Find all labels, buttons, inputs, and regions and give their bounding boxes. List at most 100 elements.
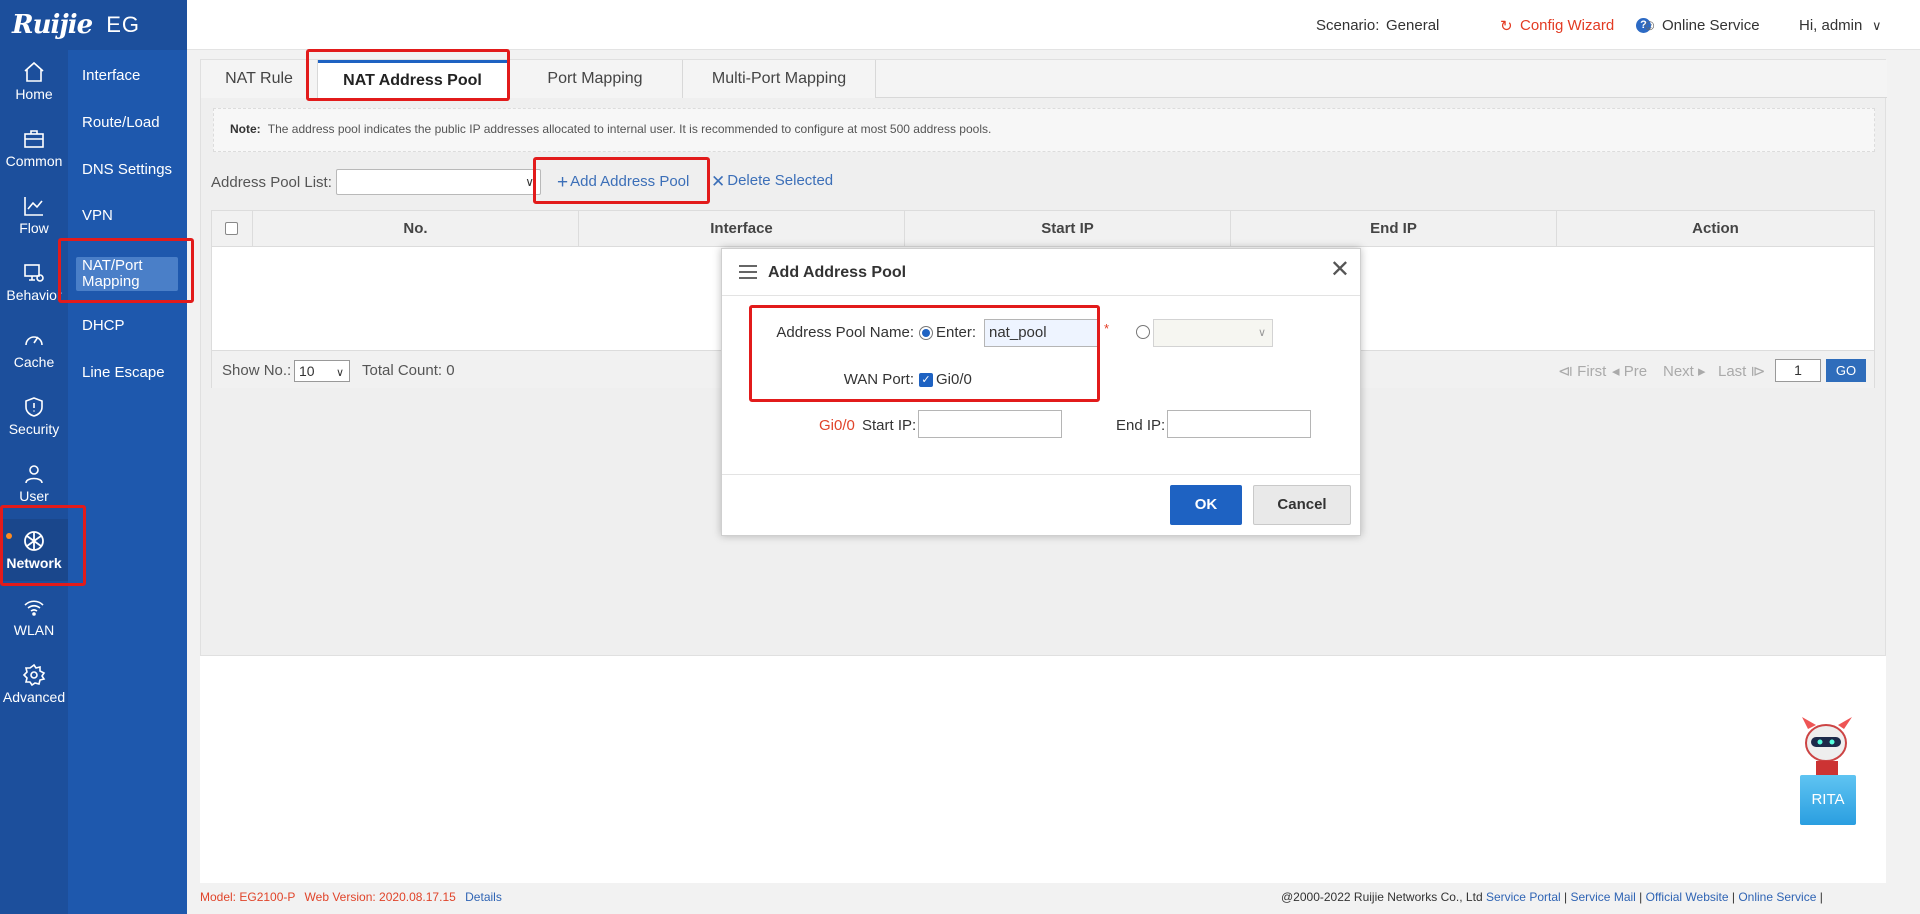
nav-home[interactable]: Home [0, 50, 68, 112]
sub-nav-route-load[interactable]: Route/Load [76, 115, 184, 131]
online-service-icon: ☺ [1642, 17, 1658, 34]
nav-label: Flow [19, 220, 49, 236]
dialog-divider [722, 474, 1360, 475]
column-end-ip: End IP [1230, 211, 1556, 247]
tab-nat-address-pool[interactable]: NAT Address Pool [318, 60, 508, 100]
page-size-select[interactable]: 10 ∨ [294, 360, 350, 382]
tab-multi-port-mapping[interactable]: Multi-Port Mapping [683, 60, 876, 98]
chevron-down-icon[interactable]: ∨ [1872, 18, 1882, 34]
required-mark: * [1104, 321, 1110, 336]
column-no: No. [252, 211, 578, 247]
model-label: Model: [200, 890, 237, 904]
column-action: Action [1556, 211, 1874, 247]
web-version-label: Web Version: [304, 890, 376, 904]
cancel-button[interactable]: Cancel [1253, 485, 1351, 525]
pool-list-select[interactable]: ∨ [336, 169, 541, 195]
details-link[interactable]: Details [465, 890, 502, 904]
go-button[interactable]: GO [1826, 359, 1866, 382]
online-service-link[interactable]: Online Service [1662, 17, 1760, 34]
next-page-link[interactable]: Next ▸ [1663, 362, 1706, 380]
left-nav: Home Common Flow Behavior Cache Security… [0, 50, 68, 914]
sub-nav-interface[interactable]: Interface [76, 68, 184, 84]
dialog-title: Add Address Pool [768, 264, 907, 281]
logo-bar: Ruijie EG [0, 0, 187, 50]
sub-nav-dhcp[interactable]: DHCP [76, 318, 184, 334]
add-address-pool-label: Add Address Pool [570, 173, 690, 190]
sub-nav-vpn[interactable]: VPN [76, 208, 184, 224]
prev-page-icon: ◂ [1612, 363, 1624, 380]
column-interface: Interface [578, 211, 904, 247]
nav-behavior[interactable]: Behavior [0, 251, 68, 313]
pool-name-label: Address Pool Name: [776, 324, 914, 341]
existing-pool-radio[interactable] [1136, 325, 1150, 339]
sub-nav-dns-settings[interactable]: DNS Settings [76, 162, 184, 178]
copyright-block: @2000-2022 Ruijie Networks Co., Ltd Serv… [1281, 890, 1823, 904]
service-mail-link[interactable]: Service Mail [1570, 890, 1635, 904]
service-portal-link[interactable]: Service Portal [1486, 890, 1561, 904]
monitor-gear-icon [24, 264, 44, 282]
nav-advanced[interactable]: Advanced [0, 653, 68, 715]
start-ip-input[interactable] [918, 410, 1062, 438]
select-all-checkbox[interactable] [225, 222, 238, 235]
show-no-label: Show No.: [222, 362, 292, 379]
nav-cache[interactable]: Cache [0, 318, 68, 380]
nav-label: Security [8, 421, 60, 437]
brand-logo: Ruijie [12, 10, 93, 40]
note-text: The address pool indicates the public IP… [267, 122, 992, 136]
existing-pool-select[interactable]: ∨ [1153, 319, 1273, 347]
nav-label: Network [6, 555, 62, 571]
line-chart-icon [24, 197, 43, 216]
end-ip-label: End IP: [1116, 417, 1166, 434]
dialog-header: Add Address Pool ✕ [722, 249, 1360, 296]
nav-label: Home [15, 86, 53, 102]
status-bar: Model: EG2100-P Web Version: 2020.08.17.… [200, 890, 1886, 910]
web-version-value: 2020.08.17.15 [379, 890, 456, 904]
close-icon[interactable]: ✕ [1330, 258, 1350, 282]
nav-label: Cache [13, 354, 55, 370]
scenario-label: Scenario: [1316, 17, 1380, 34]
nav-wlan[interactable]: WLAN [0, 586, 68, 648]
menu-icon [739, 265, 757, 279]
pool-name-input[interactable]: nat_pool [984, 319, 1099, 347]
delete-selected-button[interactable]: ✕ Delete Selected [711, 172, 833, 192]
tab-nat-rule[interactable]: NAT Rule [201, 60, 318, 98]
nav-flow[interactable]: Flow [0, 184, 68, 246]
official-website-link[interactable]: Official Website [1646, 890, 1729, 904]
rita-label: RITA [1800, 775, 1856, 825]
sub-nav-line-escape[interactable]: Line Escape [76, 365, 184, 381]
active-dot [6, 533, 12, 539]
online-service-footer-link[interactable]: Online Service [1738, 890, 1816, 904]
wan-port-checkbox[interactable]: ✓ [919, 373, 933, 387]
nav-network[interactable]: Network [0, 519, 68, 581]
add-address-pool-button[interactable]: + Add Address Pool [557, 172, 689, 194]
config-wizard-link[interactable]: Config Wizard [1520, 17, 1614, 34]
nav-common[interactable]: Common [0, 117, 68, 179]
first-page-link[interactable]: ⧏ First [1558, 362, 1606, 380]
rita-assistant[interactable]: RITA [1796, 715, 1862, 827]
plus-icon: + [557, 172, 569, 193]
briefcase-icon [24, 130, 44, 148]
nav-label: Common [5, 153, 63, 169]
page-number-input[interactable]: 1 [1775, 359, 1821, 382]
nav-user[interactable]: User [0, 452, 68, 514]
tab-port-mapping[interactable]: Port Mapping [508, 60, 683, 98]
last-page-link[interactable]: Last ⧐ [1718, 362, 1766, 380]
table-header: No. Interface Start IP End IP Action [212, 211, 1874, 247]
nav-security[interactable]: Security [0, 385, 68, 447]
prev-page-link[interactable]: ◂ Pre [1612, 362, 1647, 380]
user-menu[interactable]: Hi, admin [1799, 17, 1862, 34]
enter-label: Enter: [936, 324, 977, 341]
globe-icon [24, 531, 44, 551]
scenario-value: General [1386, 17, 1440, 34]
add-address-pool-dialog: Add Address Pool ✕ Address Pool Name: En… [721, 248, 1361, 536]
sub-nav-nat-port-mapping[interactable]: NAT/Port Mapping [76, 257, 178, 291]
end-ip-input[interactable] [1167, 410, 1311, 438]
home-icon [24, 61, 44, 82]
pool-list-row: Address Pool List: ∨ + Add Address Pool ✕… [211, 168, 1011, 196]
close-icon: ✕ [711, 172, 726, 191]
config-wizard-icon[interactable]: ↻ [1500, 17, 1513, 35]
page-size-value: 10 [299, 363, 315, 379]
enter-radio[interactable] [919, 326, 933, 340]
ok-button[interactable]: OK [1170, 485, 1242, 525]
top-bar: Scenario: General ? ↻ Config Wizard ☺ On… [187, 0, 1920, 50]
